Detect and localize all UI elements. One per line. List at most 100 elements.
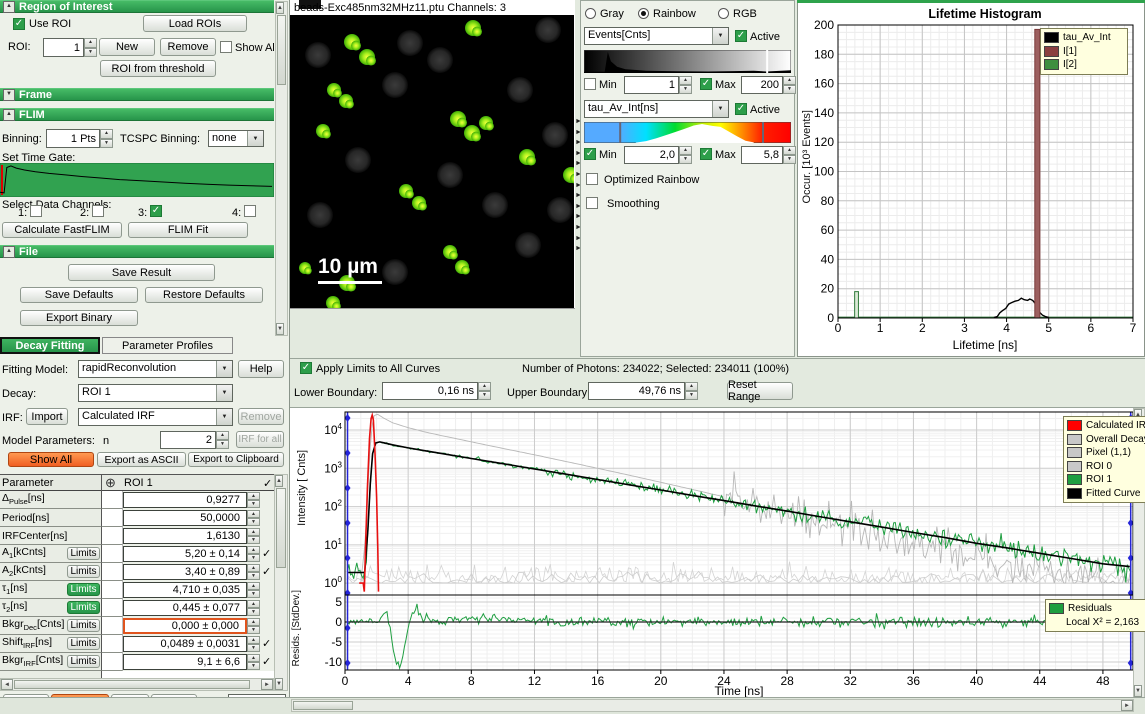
help-button[interactable]: Help — [238, 360, 284, 378]
export-ascii-button[interactable]: Export as ASCII — [97, 452, 186, 467]
param-fix-cell[interactable] — [102, 509, 123, 527]
export-binary-button[interactable]: Export Binary — [20, 310, 138, 326]
show-all-parameters-button[interactable]: Show All — [8, 452, 94, 467]
param-stepper[interactable]: ▲▼ — [247, 636, 260, 652]
param-stepper[interactable]: ▲▼ — [247, 528, 260, 544]
flim-image[interactable]: 10 µm — [290, 15, 574, 308]
channel2-min-checkbox[interactable]: ✓ — [584, 148, 596, 160]
tab-parameter-profiles[interactable]: Parameter Profiles — [102, 337, 233, 354]
rainbow-radio[interactable] — [638, 8, 649, 19]
smoothing-checkbox[interactable] — [586, 197, 598, 209]
remove-irf-button[interactable]: Remove — [238, 408, 284, 425]
channel1-active-checkbox[interactable]: ✓ — [735, 30, 747, 42]
param-stepper[interactable]: ▲▼ — [247, 654, 260, 670]
param-value[interactable]: 50,0000 — [123, 510, 247, 526]
collapse-icon[interactable]: ▲ — [3, 1, 15, 13]
channel1-min-input[interactable]: 1 — [624, 76, 679, 94]
param-stepper[interactable]: ▲▼ — [247, 546, 260, 562]
param-stepper[interactable]: ▲▼ — [247, 618, 260, 634]
param-stepper[interactable]: ▲▼ — [247, 600, 260, 616]
param-fit-check-icon[interactable]: ✓ — [262, 547, 271, 560]
param-fix-cell[interactable] — [102, 581, 123, 599]
left-panel-scrollbar[interactable]: ▲ ▼ — [275, 1, 288, 336]
limits-button[interactable]: Limits — [67, 601, 100, 614]
n-stepper[interactable]: ▲▼ — [216, 431, 229, 449]
gray-radio[interactable] — [585, 8, 596, 19]
decay-plot[interactable]: 10010110210310450-5-10048121620242832364… — [292, 408, 1135, 697]
expand-icon[interactable]: ▼ — [3, 89, 15, 101]
param-fit-check-icon[interactable]: ✓ — [262, 565, 271, 578]
binning-input[interactable]: 1 Pts — [46, 129, 100, 148]
channel2-min-stepper[interactable]: ▲▼ — [679, 146, 692, 164]
param-value[interactable]: 0,000 ± 0,000 — [123, 618, 247, 634]
export-clipboard-button[interactable]: Export to Clipboard — [188, 452, 284, 467]
param-value[interactable]: 0,9277 — [123, 492, 247, 508]
channel1-select[interactable]: Events[Cnts]▼ — [584, 27, 729, 45]
limits-button[interactable]: Limits — [67, 655, 100, 668]
collapse-icon[interactable]: ▲ — [3, 109, 15, 121]
remove-roi-button[interactable]: Remove — [160, 38, 216, 56]
rgb-radio[interactable] — [718, 8, 729, 19]
limits-button[interactable]: Limits — [67, 565, 100, 578]
channel-3-checkbox[interactable]: ✓ — [150, 205, 162, 217]
channel2-max-checkbox[interactable]: ✓ — [700, 148, 712, 160]
limits-button[interactable]: Limits — [67, 547, 100, 560]
calculate-fastflim-button[interactable]: Calculate FastFLIM — [2, 222, 122, 238]
channel-4-checkbox[interactable] — [244, 205, 256, 217]
param-fix-cell[interactable] — [102, 635, 123, 653]
channel1-max-input[interactable]: 200 — [741, 76, 783, 94]
roi-number-stepper[interactable]: ▲▼ — [84, 38, 97, 57]
save-defaults-button[interactable]: Save Defaults — [20, 287, 138, 303]
channel2-min-input[interactable]: 2,0 — [624, 146, 679, 164]
check-icon[interactable]: ✓ — [263, 477, 272, 490]
tcspc-binning-select[interactable]: none▼ — [208, 130, 264, 147]
section-header-file[interactable]: ▲File — [0, 245, 274, 258]
channel2-active-checkbox[interactable]: ✓ — [735, 103, 747, 115]
time-gate-graph[interactable] — [0, 163, 274, 197]
lower-boundary-stepper[interactable]: ▲▼ — [478, 382, 491, 400]
channel2-max-stepper[interactable]: ▲▼ — [783, 146, 796, 164]
section-header-frame[interactable]: ▼Frame — [0, 88, 274, 101]
save-result-button[interactable]: Save Result — [68, 264, 215, 281]
param-fix-cell[interactable] — [102, 563, 123, 581]
optimized-rainbow-checkbox[interactable] — [586, 173, 598, 185]
param-fix-cell[interactable] — [102, 491, 123, 509]
param-value[interactable]: 1,6130 — [123, 528, 247, 544]
channel2-select[interactable]: tau_Av_Int[ns]▼ — [584, 100, 729, 118]
restore-defaults-button[interactable]: Restore Defaults — [145, 287, 263, 303]
param-fix-cell[interactable] — [102, 617, 123, 635]
section-header-roi[interactable]: ▲Region of Interest — [0, 0, 274, 13]
channel1-min-checkbox[interactable] — [584, 78, 596, 90]
param-fix-cell[interactable] — [102, 599, 123, 617]
channel-1-checkbox[interactable] — [30, 205, 42, 217]
upper-boundary-stepper[interactable]: ▲▼ — [685, 382, 698, 400]
irf-for-all-button[interactable]: IRF for all — [236, 431, 284, 448]
param-stepper[interactable]: ▲▼ — [247, 492, 260, 508]
lower-boundary-input[interactable]: 0,16 ns — [382, 382, 478, 400]
param-stepper[interactable]: ▲▼ — [247, 510, 260, 526]
reset-range-button[interactable]: Reset Range — [727, 382, 793, 400]
irf-select[interactable]: Calculated IRF▼ — [78, 408, 233, 426]
param-value[interactable]: 4,710 ± 0,035 — [123, 582, 247, 598]
globe-icon[interactable]: ⊕ — [105, 475, 116, 491]
limits-button[interactable]: Limits — [67, 637, 100, 650]
tab-decay-fitting[interactable]: Decay Fitting — [0, 337, 100, 354]
decay-select[interactable]: ROI 1▼ — [78, 384, 233, 402]
param-fix-cell[interactable] — [102, 545, 123, 563]
import-irf-button[interactable]: Import — [26, 408, 68, 425]
limits-button[interactable]: Limits — [67, 619, 100, 632]
roi-number-input[interactable]: 1 — [43, 38, 84, 57]
apply-limits-checkbox[interactable]: ✓ — [300, 362, 312, 374]
new-roi-button[interactable]: New — [99, 38, 155, 56]
param-fit-check-icon[interactable]: ✓ — [262, 655, 271, 668]
param-value[interactable]: 0,445 ± 0,077 — [123, 600, 247, 616]
param-table-vscrollbar[interactable]: ▲ ▼ — [274, 474, 288, 691]
param-stepper[interactable]: ▲▼ — [247, 564, 260, 580]
param-value[interactable]: 0,0489 ± 0,0031 — [123, 636, 247, 652]
show-all-checkbox[interactable] — [220, 41, 232, 53]
param-value[interactable]: 9,1 ± 6,6 — [123, 654, 247, 670]
channel-2-checkbox[interactable] — [92, 205, 104, 217]
limits-button[interactable]: Limits — [67, 583, 100, 596]
rainbow-gradient-bar[interactable] — [584, 122, 791, 143]
load-rois-button[interactable]: Load ROIs — [143, 15, 247, 32]
